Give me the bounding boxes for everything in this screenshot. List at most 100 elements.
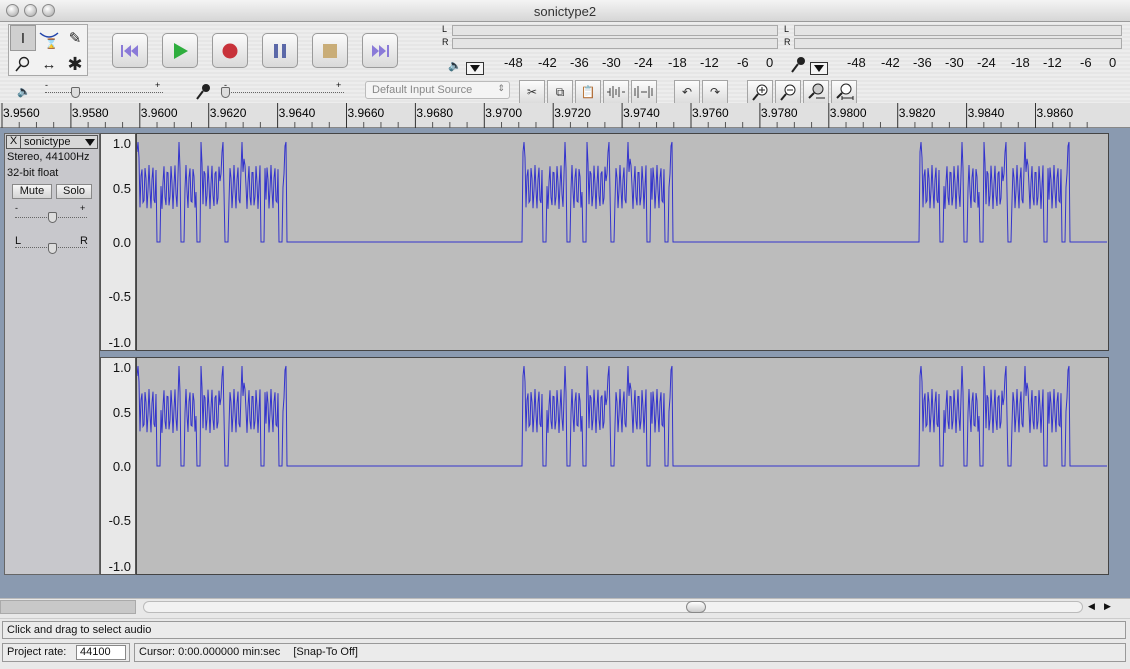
pan-thumb[interactable] [48,243,57,254]
play-button[interactable] [162,33,198,68]
output-volume-thumb[interactable] [71,87,80,98]
selection-tool-icon[interactable]: I [10,25,36,51]
scale-label: -30 [945,55,964,70]
scale-label: -12 [700,55,719,70]
zoom-out-button[interactable] [775,80,801,104]
record-meter-menu-button[interactable] [810,62,828,75]
silence-button[interactable] [631,80,657,104]
play-icon [174,42,188,59]
record-button[interactable] [212,33,248,68]
paste-button[interactable]: 📋 [575,80,601,104]
fit-selection-icon [808,83,825,99]
scale-label: -48 [504,55,523,70]
scale-label: -30 [602,55,621,70]
gain-thumb[interactable] [48,212,57,223]
pause-button[interactable] [262,33,298,68]
stop-button[interactable] [312,33,348,68]
record-icon [222,43,238,58]
timeshift-tool-icon[interactable]: ↔ [36,51,62,77]
status-message-text: Click and drag to select audio [7,624,152,636]
undo-button[interactable]: ↶ [674,80,700,104]
track-bitdepth: 32-bit float [7,167,59,179]
fit-project-button[interactable] [831,80,857,104]
cursor-readout: Cursor: 0:00.000000 min:sec [139,646,281,658]
ruler-ticks: 3.9560 3.9580 3.9600 3.9620 3.9640 3.9660 3.96… [1,103,1088,128]
ruler-tick-label: 3.9860 [1037,106,1074,120]
scale-label: -18 [1011,55,1030,70]
ruler-tick-label: 3.9620 [210,106,247,120]
solo-button[interactable]: Solo [56,184,92,199]
record-meter[interactable]: L R [782,24,1122,52]
scroll-left-arrow-icon[interactable]: ◀ [1088,601,1095,612]
gain-max: + [80,203,86,213]
project-rate-input[interactable]: 44100 [76,645,126,660]
input-slider-max: + [336,80,342,90]
redo-icon: ↷ [709,85,721,99]
scroll-right-arrow-icon[interactable]: ▶ [1104,601,1111,612]
input-source-select[interactable]: Default Input Source ⇕ [365,81,510,99]
stop-icon [323,43,337,58]
scroll-track[interactable] [143,601,1083,613]
cut-button[interactable]: ✂ [519,80,545,104]
record-right-bar [794,38,1122,49]
pause-icon [274,43,286,58]
channel-1-amplitude-axis: 1.0 0.5 0.0 -0.5 -1.0 [100,133,136,351]
redo-button[interactable]: ↷ [702,80,728,104]
speaker-icon: 🔈 [448,59,462,72]
playback-right-bar [452,38,778,49]
status-message: Click and drag to select audio [2,621,1126,639]
channel-2-waveform[interactable] [136,357,1109,575]
meter-left-label: L [784,24,790,34]
playback-meter[interactable]: L R [440,24,778,52]
ruler-tick-label: 3.9760 [692,106,729,120]
track-close-button[interactable]: X [7,135,21,149]
tracks-area: X sonictype Stereo, 44100Hz 32-bit float… [0,128,1130,598]
multi-tool-icon[interactable]: ✱ [62,51,88,77]
mute-button[interactable]: Mute [12,184,52,199]
fit-project-icon [836,83,854,100]
scale-label: -6 [1080,55,1092,70]
track-control-panel: X sonictype Stereo, 44100Hz 32-bit float… [4,133,100,575]
axis-label: -1.0 [108,335,131,350]
input-source-value: Default Input Source [372,84,473,96]
undo-icon: ↶ [681,85,693,99]
scale-label: -24 [634,55,653,70]
skip-to-start-button[interactable] [112,33,148,68]
axis-label: 0.5 [112,405,131,420]
zoom-in-button[interactable] [747,80,773,104]
axis-label: 1.0 [112,136,131,151]
playback-meter-menu-button[interactable] [466,62,484,75]
output-slider-min: - [45,80,48,90]
paste-icon: 📋 [580,85,596,99]
silence-icon [634,86,653,98]
copy-icon: ⧉ [555,84,565,99]
scroll-thumb[interactable] [686,601,706,613]
timeline-ruler[interactable]: 3.9560 3.9580 3.9600 3.9620 3.9640 3.9660 3.96… [0,103,1130,128]
record-left-bar [794,25,1122,36]
channel-1-waveform[interactable] [136,133,1109,351]
ruler-tick-label: 3.9820 [899,106,936,120]
horizontal-scrollbar[interactable]: ◀ ▶ [0,598,1130,616]
ruler-tick-label: 3.9600 [141,106,178,120]
envelope-tool-icon[interactable]: ⌛ [36,25,62,51]
fit-selection-button[interactable] [803,80,829,104]
cursor-box: Cursor: 0:00.000000 min:sec [Snap-To Off… [134,643,1126,662]
scale-label: -24 [977,55,996,70]
skip-end-icon [372,44,389,57]
output-volume-slider[interactable] [45,92,163,93]
draw-tool-icon[interactable]: ✎ [62,25,88,51]
axis-label: -0.5 [108,513,131,528]
input-volume-slider[interactable] [224,92,344,93]
input-volume-thumb[interactable] [221,87,230,98]
trim-button[interactable] [603,80,629,104]
ruler-tick-label: 3.9700 [485,106,522,120]
copy-button[interactable]: ⧉ [547,80,573,104]
zoom-tool-icon[interactable] [10,51,36,77]
track-name-menu[interactable]: sonictype [24,136,70,148]
axis-label: 0.0 [112,235,131,250]
waveform-trace [136,141,1107,243]
skip-to-end-button[interactable] [362,33,398,68]
ruler-tick-label: 3.9720 [554,106,591,120]
snap-status: [Snap-To Off] [293,646,358,658]
trim-icon [607,86,625,98]
